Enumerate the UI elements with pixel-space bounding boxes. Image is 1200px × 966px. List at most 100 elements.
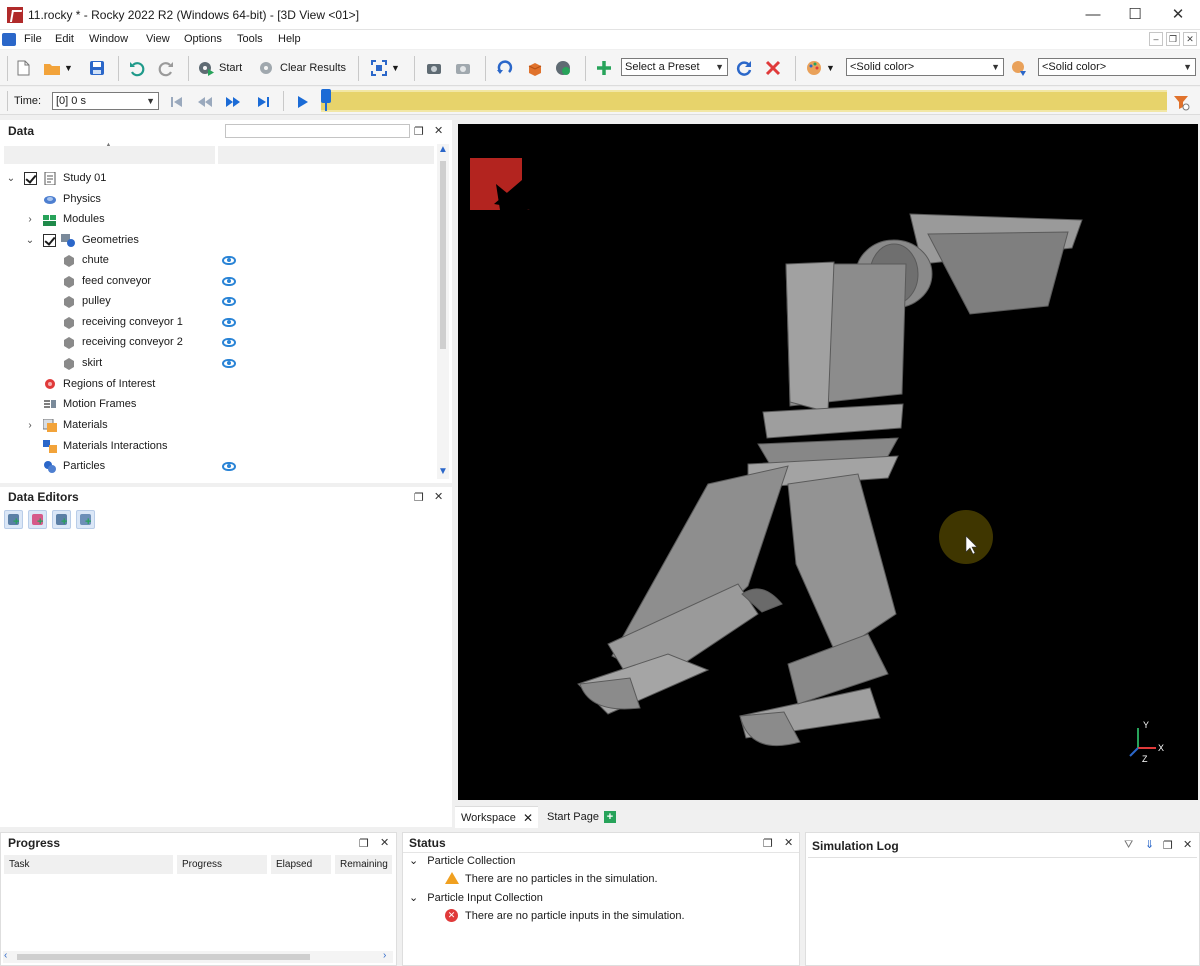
close-panel-icon[interactable]: ✕: [380, 836, 389, 849]
eye-icon[interactable]: [222, 296, 236, 306]
editor-button-1[interactable]: [4, 510, 23, 529]
tree-item-receiving-conveyor-1[interactable]: receiving conveyor 1: [0, 312, 430, 332]
eye-icon[interactable]: [222, 276, 236, 286]
camera-settings-button[interactable]: [454, 57, 472, 79]
mdi-restore-button[interactable]: ❐: [1166, 32, 1180, 46]
editor-button-4[interactable]: [76, 510, 95, 529]
tree-item-chute[interactable]: chute: [0, 250, 430, 270]
view-settings-button[interactable]: [554, 57, 572, 79]
float-panel-icon[interactable]: ❐: [763, 837, 773, 850]
scrollbar-thumb[interactable]: [440, 161, 446, 349]
start-button[interactable]: Start: [197, 57, 242, 79]
mdi-close-button[interactable]: ✕: [1183, 32, 1197, 46]
minimize-button[interactable]: —: [1073, 4, 1113, 26]
palette-dropdown-icon[interactable]: ▼: [826, 63, 835, 73]
close-panel-icon[interactable]: ✕: [434, 124, 443, 137]
preset-select[interactable]: Select a Preset ▼: [621, 58, 728, 76]
timeline-filter-button[interactable]: [1172, 91, 1190, 113]
collapse-icon[interactable]: ⌄: [409, 855, 418, 867]
scroll-to-end-icon[interactable]: ⇓: [1145, 838, 1154, 851]
tree-item-pulley[interactable]: pulley: [0, 291, 430, 311]
fit-view-button[interactable]: ▼: [370, 57, 400, 79]
menu-view[interactable]: View: [146, 33, 170, 45]
tree-item-geometries[interactable]: ⌄ Geometries: [0, 230, 430, 250]
float-panel-icon[interactable]: ❐: [1163, 839, 1173, 852]
timeline-handle[interactable]: [321, 89, 331, 111]
editor-button-2[interactable]: [28, 510, 47, 529]
delete-preset-button[interactable]: [764, 57, 782, 79]
float-panel-icon[interactable]: ❐: [414, 125, 424, 138]
collapse-icon[interactable]: ⌄: [25, 235, 35, 246]
menu-options[interactable]: Options: [184, 33, 222, 45]
camera-button[interactable]: [425, 57, 443, 79]
time-select[interactable]: [0] 0 s ▼: [52, 92, 159, 110]
add-preset-button[interactable]: [595, 57, 613, 79]
tree-item-regions-of-interest[interactable]: Regions of Interest: [0, 374, 430, 394]
mdi-minimize-button[interactable]: –: [1149, 32, 1163, 46]
refresh-preset-button[interactable]: [735, 57, 753, 79]
tree-item-physics[interactable]: Physics: [0, 189, 430, 209]
color-brush-button[interactable]: [1010, 57, 1028, 79]
study-checkbox[interactable]: [24, 171, 37, 185]
3d-scene[interactable]: [458, 124, 1198, 800]
scroll-down-icon[interactable]: ▼: [437, 466, 449, 477]
menu-help[interactable]: Help: [278, 33, 301, 45]
simulation-log-content[interactable]: [808, 857, 1197, 963]
editor-button-3[interactable]: [52, 510, 71, 529]
scrollbar-thumb[interactable]: [17, 954, 310, 960]
color-mode-select-1[interactable]: <Solid color> ▼: [846, 58, 1004, 76]
tree-header-visibility-column[interactable]: [218, 146, 434, 164]
scroll-up-icon[interactable]: ▲: [437, 144, 449, 155]
eye-icon[interactable]: [222, 358, 236, 368]
fit-view-dropdown-icon[interactable]: ▼: [391, 63, 400, 73]
menu-window[interactable]: Window: [89, 33, 128, 45]
tree-item-skirt[interactable]: skirt: [0, 353, 430, 373]
column-elapsed[interactable]: Elapsed: [271, 855, 332, 874]
tree-item-feed-conveyor[interactable]: feed conveyor: [0, 271, 430, 291]
menu-tools[interactable]: Tools: [237, 33, 263, 45]
tab-start-page[interactable]: Start Page: [541, 806, 611, 828]
eye-icon[interactable]: [222, 317, 236, 327]
tab-workspace[interactable]: Workspace ✕: [455, 806, 538, 828]
column-remaining[interactable]: Remaining: [335, 855, 393, 874]
scroll-right-icon[interactable]: ›: [383, 950, 386, 961]
conveyor-geometry[interactable]: [577, 213, 1083, 747]
color-mode-select-2[interactable]: <Solid color> ▼: [1038, 58, 1196, 76]
scroll-left-icon[interactable]: ‹: [4, 950, 7, 961]
close-tab-icon[interactable]: ✕: [523, 807, 533, 829]
menu-edit[interactable]: Edit: [55, 33, 74, 45]
tree-item-modules[interactable]: › Modules: [0, 209, 430, 229]
data-tree-scrollbar[interactable]: ▲ ▼: [437, 144, 449, 479]
open-file-button[interactable]: ▼: [43, 57, 73, 79]
save-button[interactable]: [88, 57, 106, 79]
tree-item-receiving-conveyor-2[interactable]: receiving conveyor 2: [0, 332, 430, 352]
close-panel-icon[interactable]: ✕: [434, 490, 443, 503]
previous-frame-button[interactable]: [196, 91, 214, 113]
clear-results-button[interactable]: Clear Results: [258, 57, 346, 79]
close-panel-icon[interactable]: ✕: [1183, 838, 1192, 851]
status-group-particle-input-collection[interactable]: ⌄ Particle Input Collection: [409, 891, 543, 904]
close-window-button[interactable]: ✕: [1158, 4, 1198, 26]
menu-file[interactable]: File: [24, 33, 42, 45]
expand-icon[interactable]: ›: [25, 420, 35, 431]
status-group-particle-collection[interactable]: ⌄ Particle Collection: [409, 854, 515, 867]
tree-item-particles[interactable]: Particles: [0, 456, 430, 476]
collapse-icon[interactable]: ⌄: [6, 173, 16, 184]
float-panel-icon[interactable]: ❐: [359, 837, 369, 850]
next-frame-button[interactable]: [224, 91, 242, 113]
maximize-button[interactable]: ☐: [1115, 4, 1155, 26]
rotate-view-button[interactable]: [496, 57, 514, 79]
column-progress[interactable]: Progress: [177, 855, 268, 874]
tree-header-name-column[interactable]: [4, 146, 216, 164]
progress-horizontal-scrollbar[interactable]: ‹ ›: [3, 950, 393, 963]
expand-icon[interactable]: ›: [25, 214, 35, 225]
tree-item-study-01[interactable]: ⌄ Study 01: [0, 168, 430, 188]
tree-item-materials-interactions[interactable]: Materials Interactions: [0, 436, 430, 456]
float-panel-icon[interactable]: ❐: [414, 491, 424, 504]
redo-button[interactable]: [157, 57, 175, 79]
new-file-button[interactable]: [14, 57, 32, 79]
filter-icon[interactable]: ⛛: [1124, 839, 1133, 852]
document-icon[interactable]: [2, 33, 16, 46]
open-dropdown-icon[interactable]: ▼: [64, 63, 73, 73]
first-frame-button[interactable]: [168, 91, 186, 113]
